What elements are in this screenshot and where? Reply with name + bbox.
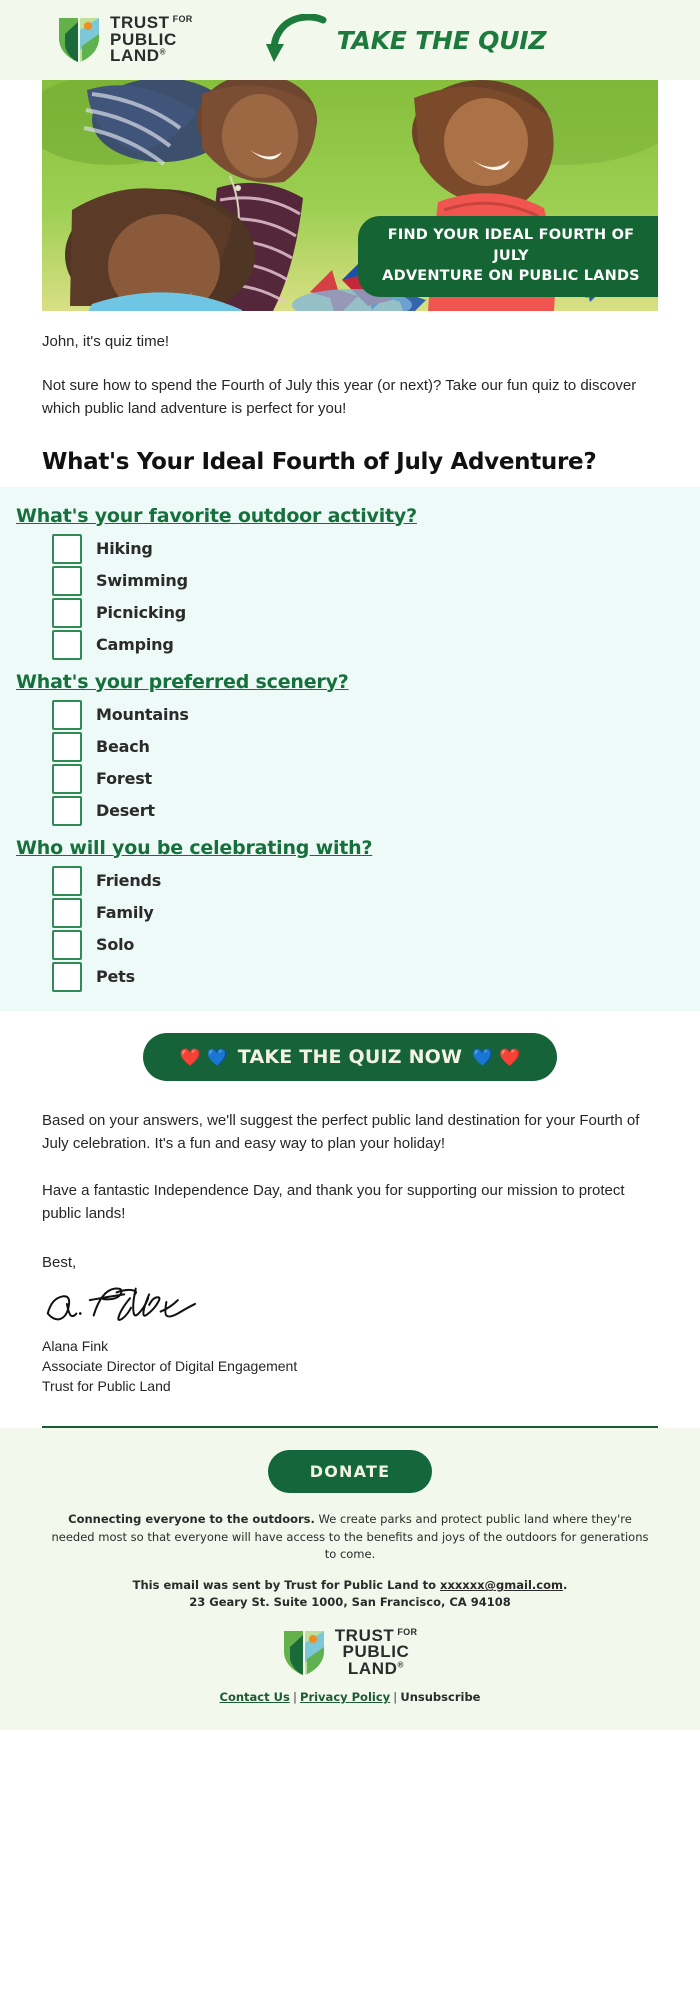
quiz-option-row[interactable]: Family	[52, 897, 700, 929]
quiz-option-label: Desert	[96, 801, 155, 820]
signer-org: Trust for Public Land	[42, 1378, 171, 1395]
quiz-option-row[interactable]: Hiking	[52, 533, 700, 565]
take-the-quiz-header-link[interactable]: TAKE THE QUIZ	[265, 14, 547, 66]
checkbox-camping[interactable]	[52, 629, 82, 660]
checkbox-picnicking[interactable]	[52, 597, 82, 628]
quiz-option-row[interactable]: Friends	[52, 865, 700, 897]
footer-sent-suffix: .	[562, 1578, 568, 1593]
email-body: John, it's quiz time! Not sure how to sp…	[0, 333, 700, 475]
checkbox-beach[interactable]	[52, 731, 82, 762]
quiz-option-label: Swimming	[96, 571, 188, 590]
closing-paragraph-1: Based on your answers, we'll suggest the…	[42, 1111, 640, 1152]
hero-banner: FIND YOUR IDEAL FOURTH OF JULY ADVENTURE…	[358, 216, 658, 297]
quiz-option-row[interactable]: Desert	[52, 795, 700, 827]
logo-line-3: LAND	[110, 46, 160, 66]
hero-image[interactable]: FIND YOUR IDEAL FOURTH OF JULY ADVENTURE…	[42, 80, 658, 311]
quiz-option-label: Beach	[96, 737, 150, 756]
footer-logo-wordmark: TRUST FOR PUBLIC LAND®	[335, 1626, 418, 1678]
trust-for-public-land-shield-icon	[59, 18, 99, 62]
contact-us-link[interactable]: Contact Us	[220, 1690, 290, 1704]
signer-title: Associate Director of Digital Engagement	[42, 1357, 298, 1374]
footer-sent-prefix: This email was sent by Trust for Public …	[132, 1578, 441, 1593]
quiz-option-row[interactable]: Swimming	[52, 565, 700, 597]
heart-blue-right-icon: 💙	[472, 1047, 494, 1068]
quiz-options-2: Mountains Beach Forest Desert	[0, 699, 700, 827]
footer-link-separator-2: |	[393, 1689, 398, 1704]
quiz-option-label: Forest	[96, 769, 152, 788]
hero-banner-line-1: FIND YOUR IDEAL FOURTH OF JULY	[387, 227, 635, 264]
heart-red-right-icon: ❤️	[499, 1047, 521, 1068]
quiz-option-row[interactable]: Picnicking	[52, 597, 700, 629]
heart-red-left-icon: ❤️	[179, 1047, 201, 1068]
checkbox-pets[interactable]	[52, 961, 82, 992]
unsubscribe-link[interactable]: Unsubscribe	[400, 1690, 480, 1704]
quiz-option-row[interactable]: Pets	[52, 961, 700, 993]
cta-button-label: TAKE THE QUIZ NOW	[237, 1045, 463, 1068]
footer-mission-statement: Connecting everyone to the outdoors. We …	[46, 1511, 654, 1563]
checkbox-forest[interactable]	[52, 763, 82, 794]
checkbox-swimming[interactable]	[52, 565, 82, 596]
intro-paragraph: Not sure how to spend the Fourth of July…	[42, 377, 637, 418]
quiz-options-3: Friends Family Solo Pets	[0, 865, 700, 993]
quiz-question-title-2[interactable]: What's your preferred scenery?	[16, 671, 700, 693]
footer-logo-line-3: LAND	[347, 1658, 398, 1678]
footer-trust-for-public-land-shield-icon	[283, 1630, 324, 1675]
quiz-option-row[interactable]: Mountains	[52, 699, 700, 731]
quiz-question-title-3[interactable]: Who will you be celebrating with?	[16, 837, 700, 859]
quiz-option-row[interactable]: Forest	[52, 763, 700, 795]
footer-link-separator-1: |	[292, 1689, 298, 1704]
greeting-text: John, it's quiz time!	[42, 333, 170, 350]
checkbox-friends[interactable]	[52, 865, 82, 896]
quiz-option-label: Family	[96, 903, 154, 922]
heart-blue-left-icon: 💙	[206, 1047, 228, 1068]
email-header: TRUST FOR PUBLIC LAND® TAKE THE QUIZ	[0, 0, 700, 80]
checkbox-family[interactable]	[52, 897, 82, 928]
donate-button[interactable]: DONATE	[267, 1450, 433, 1494]
quiz-option-row[interactable]: Camping	[52, 629, 700, 661]
quiz-options-1: Hiking Swimming Picnicking Camping	[0, 533, 700, 661]
quiz-panel: What's your favorite outdoor activity? H…	[0, 486, 700, 1011]
signature-image	[46, 1287, 197, 1321]
email-container: TRUST FOR PUBLIC LAND® TAKE THE QUIZ FIN…	[0, 0, 700, 1730]
footer-brand-logo[interactable]: TRUST FOR PUBLIC LAND®	[46, 1626, 654, 1678]
signature-block: Alana Fink Associate Director of Digital…	[42, 1336, 658, 1397]
quiz-option-label: Picnicking	[96, 603, 187, 622]
hero-banner-line-2: ADVENTURE ON PUBLIC LANDS	[382, 268, 640, 285]
quiz-option-label: Camping	[96, 635, 174, 654]
quiz-question-title-1[interactable]: What's your favorite outdoor activity?	[16, 505, 700, 527]
privacy-policy-link[interactable]: Privacy Policy	[300, 1690, 390, 1704]
checkbox-hiking[interactable]	[52, 533, 82, 564]
footer-links: Contact Us | Privacy Policy | Unsubscribe	[46, 1690, 654, 1704]
footer-logo-for: FOR	[397, 1626, 418, 1637]
quiz-option-label: Friends	[96, 871, 162, 890]
quiz-option-label: Solo	[96, 935, 135, 954]
checkbox-mountains[interactable]	[52, 699, 82, 730]
logo-registered-mark: ®	[159, 47, 167, 57]
checkbox-desert[interactable]	[52, 795, 82, 826]
footer-address: 23 Geary St. Suite 1000, San Francisco, …	[189, 1595, 511, 1610]
checkbox-solo[interactable]	[52, 929, 82, 960]
take-the-quiz-now-button[interactable]: ❤️ 💙 TAKE THE QUIZ NOW 💙 ❤️	[142, 1032, 558, 1081]
signoff-text: Best,	[42, 1253, 77, 1271]
cta-section: ❤️ 💙 TAKE THE QUIZ NOW 💙 ❤️ Based on your …	[0, 1011, 700, 1429]
brand-logo[interactable]: TRUST FOR PUBLIC LAND®	[58, 14, 193, 66]
brand-logo-wordmark: TRUST FOR PUBLIC LAND®	[110, 14, 193, 66]
page-title: What's Your Ideal Fourth of July Adventu…	[42, 448, 597, 475]
footer-logo-registered-mark: ®	[397, 1660, 405, 1670]
email-footer: DONATE Connecting everyone to the outdoo…	[0, 1428, 700, 1730]
footer-recipient-email-link[interactable]: xxxxxx@gmail.com	[440, 1578, 563, 1592]
quiz-option-row[interactable]: Solo	[52, 929, 700, 961]
quiz-option-row[interactable]: Beach	[52, 731, 700, 763]
logo-for: FOR	[172, 14, 193, 25]
curved-down-arrow-icon	[265, 14, 327, 62]
footer-sent-info: This email was sent by Trust for Public …	[46, 1577, 654, 1612]
quiz-option-label: Mountains	[96, 705, 189, 724]
take-the-quiz-label: TAKE THE QUIZ	[336, 25, 547, 55]
closing-paragraph-2: Have a fantastic Independence Day, and t…	[42, 1182, 625, 1223]
footer-mission-bold: Connecting everyone to the outdoors.	[68, 1512, 315, 1527]
signer-name: Alana Fink	[42, 1337, 109, 1354]
quiz-option-label: Hiking	[96, 539, 153, 558]
quiz-option-label: Pets	[96, 967, 135, 986]
